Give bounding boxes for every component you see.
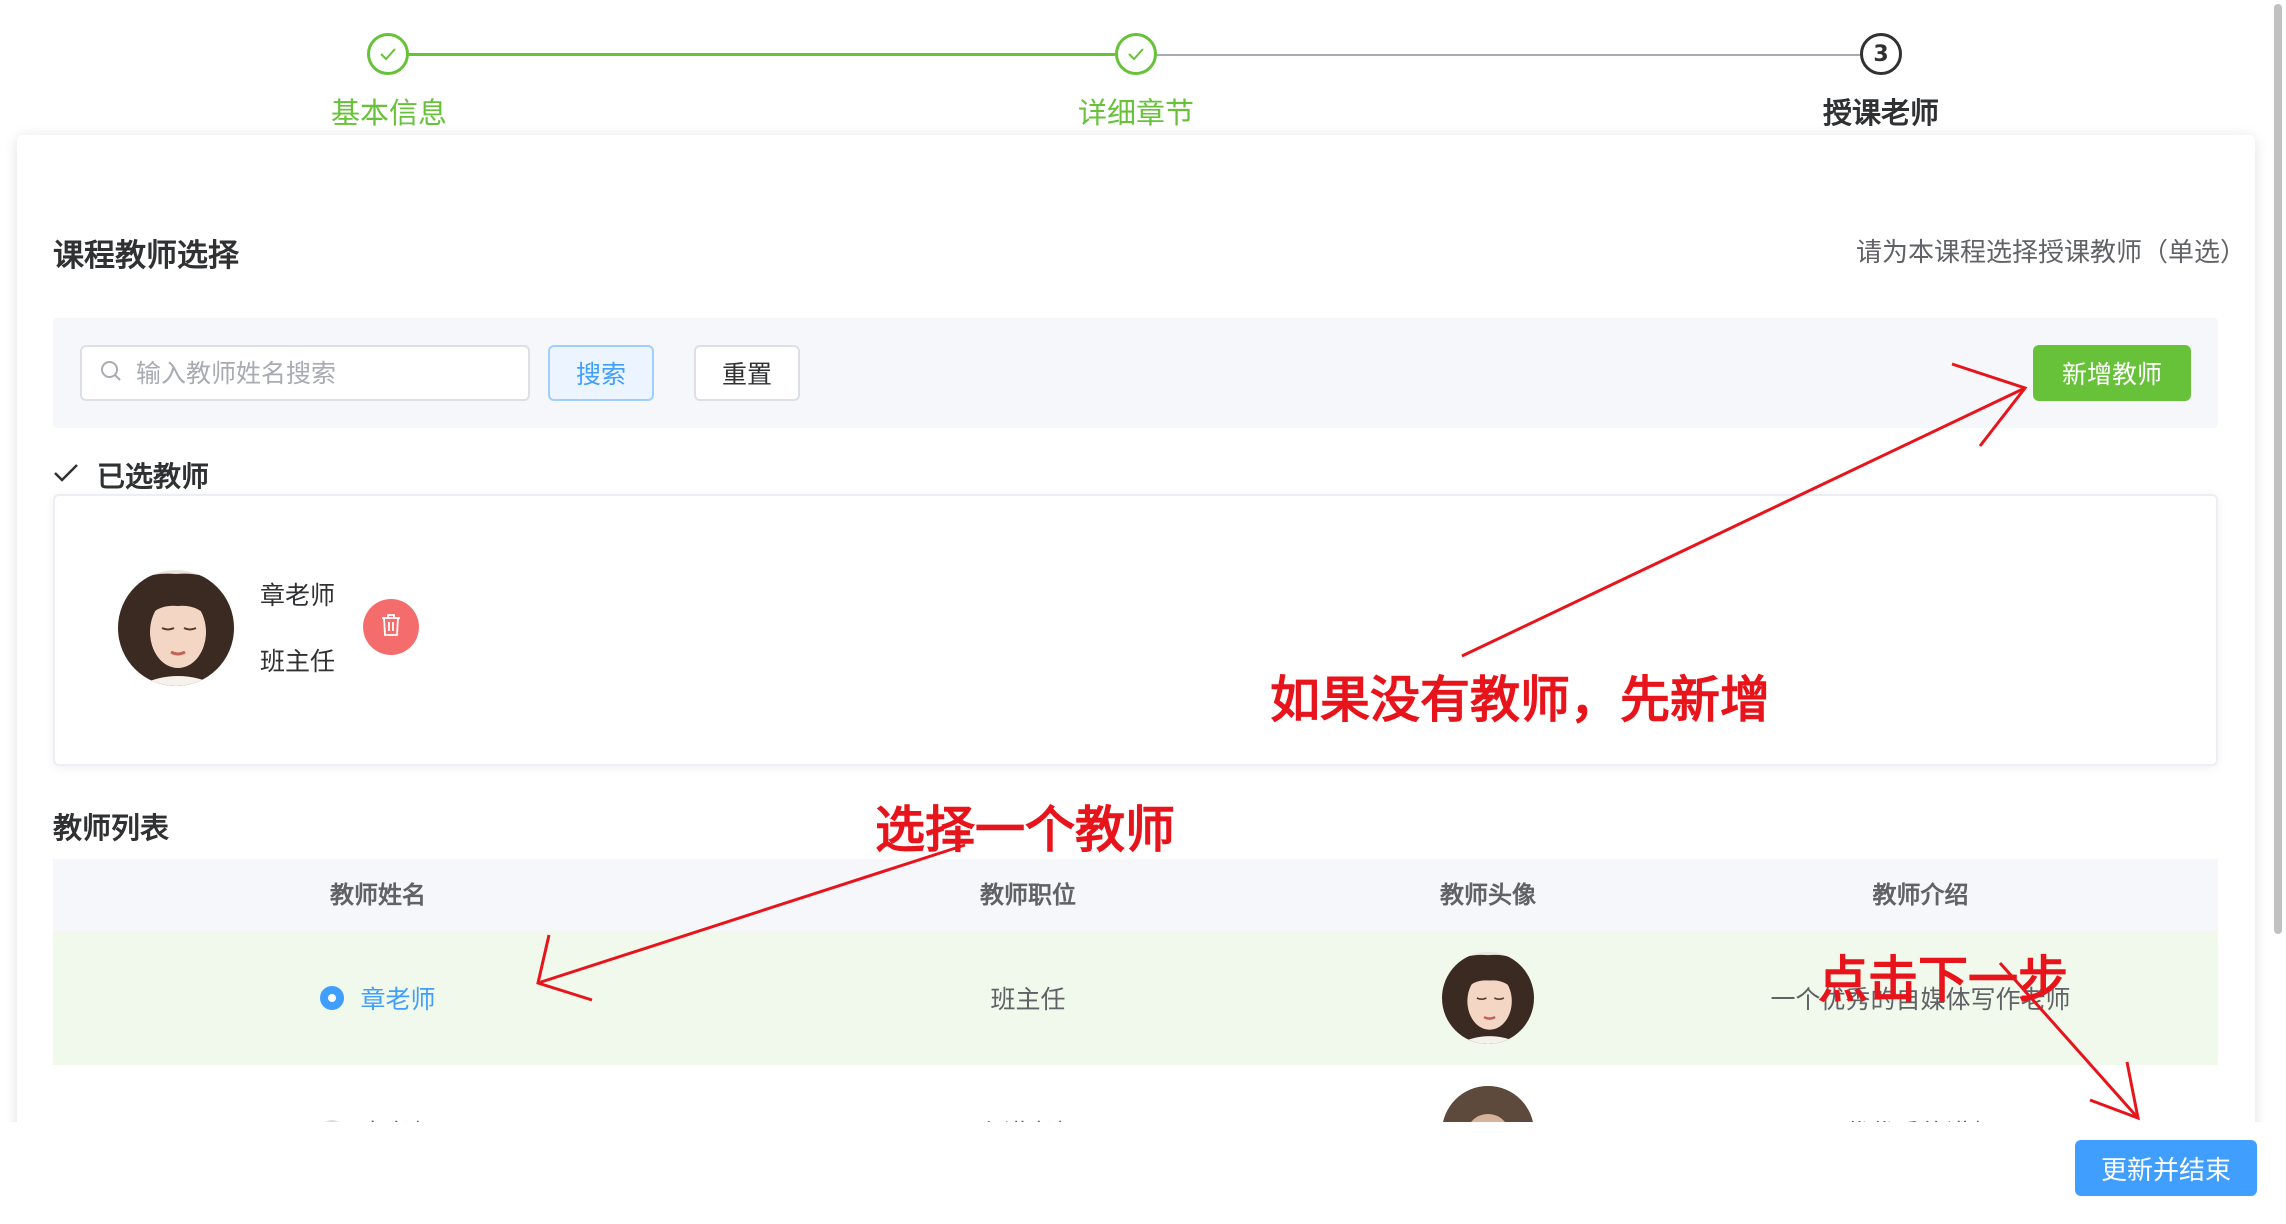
teacher-name: 章老师 (360, 985, 436, 1014)
selected-teacher-position: 班主任 (260, 647, 336, 676)
search-icon (100, 360, 122, 386)
teacher-table: 教师姓名 教师职位 教师头像 教师介绍 章老师 班主任 一个优秀的自媒体写作老师 (53, 859, 2218, 1178)
step-3-title: 授课老师 (1822, 96, 1939, 130)
selected-teacher-name: 章老师 (260, 581, 336, 610)
selected-teacher-avatar (118, 570, 234, 686)
column-header-position: 教师职位 (980, 881, 1076, 909)
scrollbar-thumb[interactable] (2274, 4, 2282, 934)
selected-teacher-card: 章老师 班主任 (53, 494, 2218, 766)
annotation-next-hint: 点击下一步 (1818, 951, 2068, 1009)
section-title: 课程教师选择 (53, 238, 239, 274)
add-teacher-button[interactable]: 新增教师 (2033, 345, 2191, 401)
step-1-check-icon (367, 33, 409, 75)
column-header-name: 教师姓名 (330, 881, 426, 909)
remove-teacher-button[interactable] (363, 599, 419, 655)
search-field[interactable] (80, 345, 530, 401)
search-input[interactable] (136, 358, 496, 388)
teacher-name-cell[interactable]: 章老师 (53, 931, 703, 1065)
search-toolbar: 搜索 重置 新增教师 (53, 318, 2218, 428)
teacher-list-title: 教师列表 (53, 811, 170, 845)
annotation-select-hint: 选择一个教师 (875, 801, 1175, 859)
reset-button[interactable]: 重置 (694, 345, 800, 401)
step-2-check-icon (1115, 33, 1157, 75)
selected-teacher-title: 已选教师 (97, 460, 210, 493)
search-button[interactable]: 搜索 (548, 345, 654, 401)
step-1-title: 基本信息 (330, 96, 447, 130)
column-header-intro: 教师介绍 (1872, 881, 1969, 909)
teacher-avatar (1442, 952, 1534, 1044)
trash-icon (380, 613, 402, 641)
column-header-avatar: 教师头像 (1440, 881, 1536, 909)
teacher-avatar-cell (1353, 931, 1623, 1065)
check-icon (53, 462, 79, 488)
teacher-position-cell: 班主任 (990, 985, 1066, 1014)
step-line-2 (1157, 54, 1860, 56)
teacher-radio-selected[interactable] (320, 986, 345, 1010)
vertical-scrollbar[interactable] (2270, 0, 2286, 1224)
step-3-number: 3 (1860, 33, 1902, 75)
step-line-1 (408, 53, 1115, 56)
table-header: 教师姓名 教师职位 教师头像 教师介绍 (53, 859, 2218, 931)
footer-bar (0, 1122, 2286, 1224)
selected-teacher-heading: 已选教师 (53, 455, 209, 495)
section-hint: 请为本课程选择授课教师（单选） (1855, 238, 2246, 268)
page: 基本信息 详细章节 3 授课老师 课程教师选择 请为本课程选择授课教师（单选） … (0, 0, 2286, 1224)
update-and-finish-button[interactable]: 更新并结束 (2075, 1140, 2257, 1196)
annotation-add-hint: 如果没有教师，先新增 (1270, 671, 1770, 729)
step-2-title: 详细章节 (1077, 96, 1194, 130)
